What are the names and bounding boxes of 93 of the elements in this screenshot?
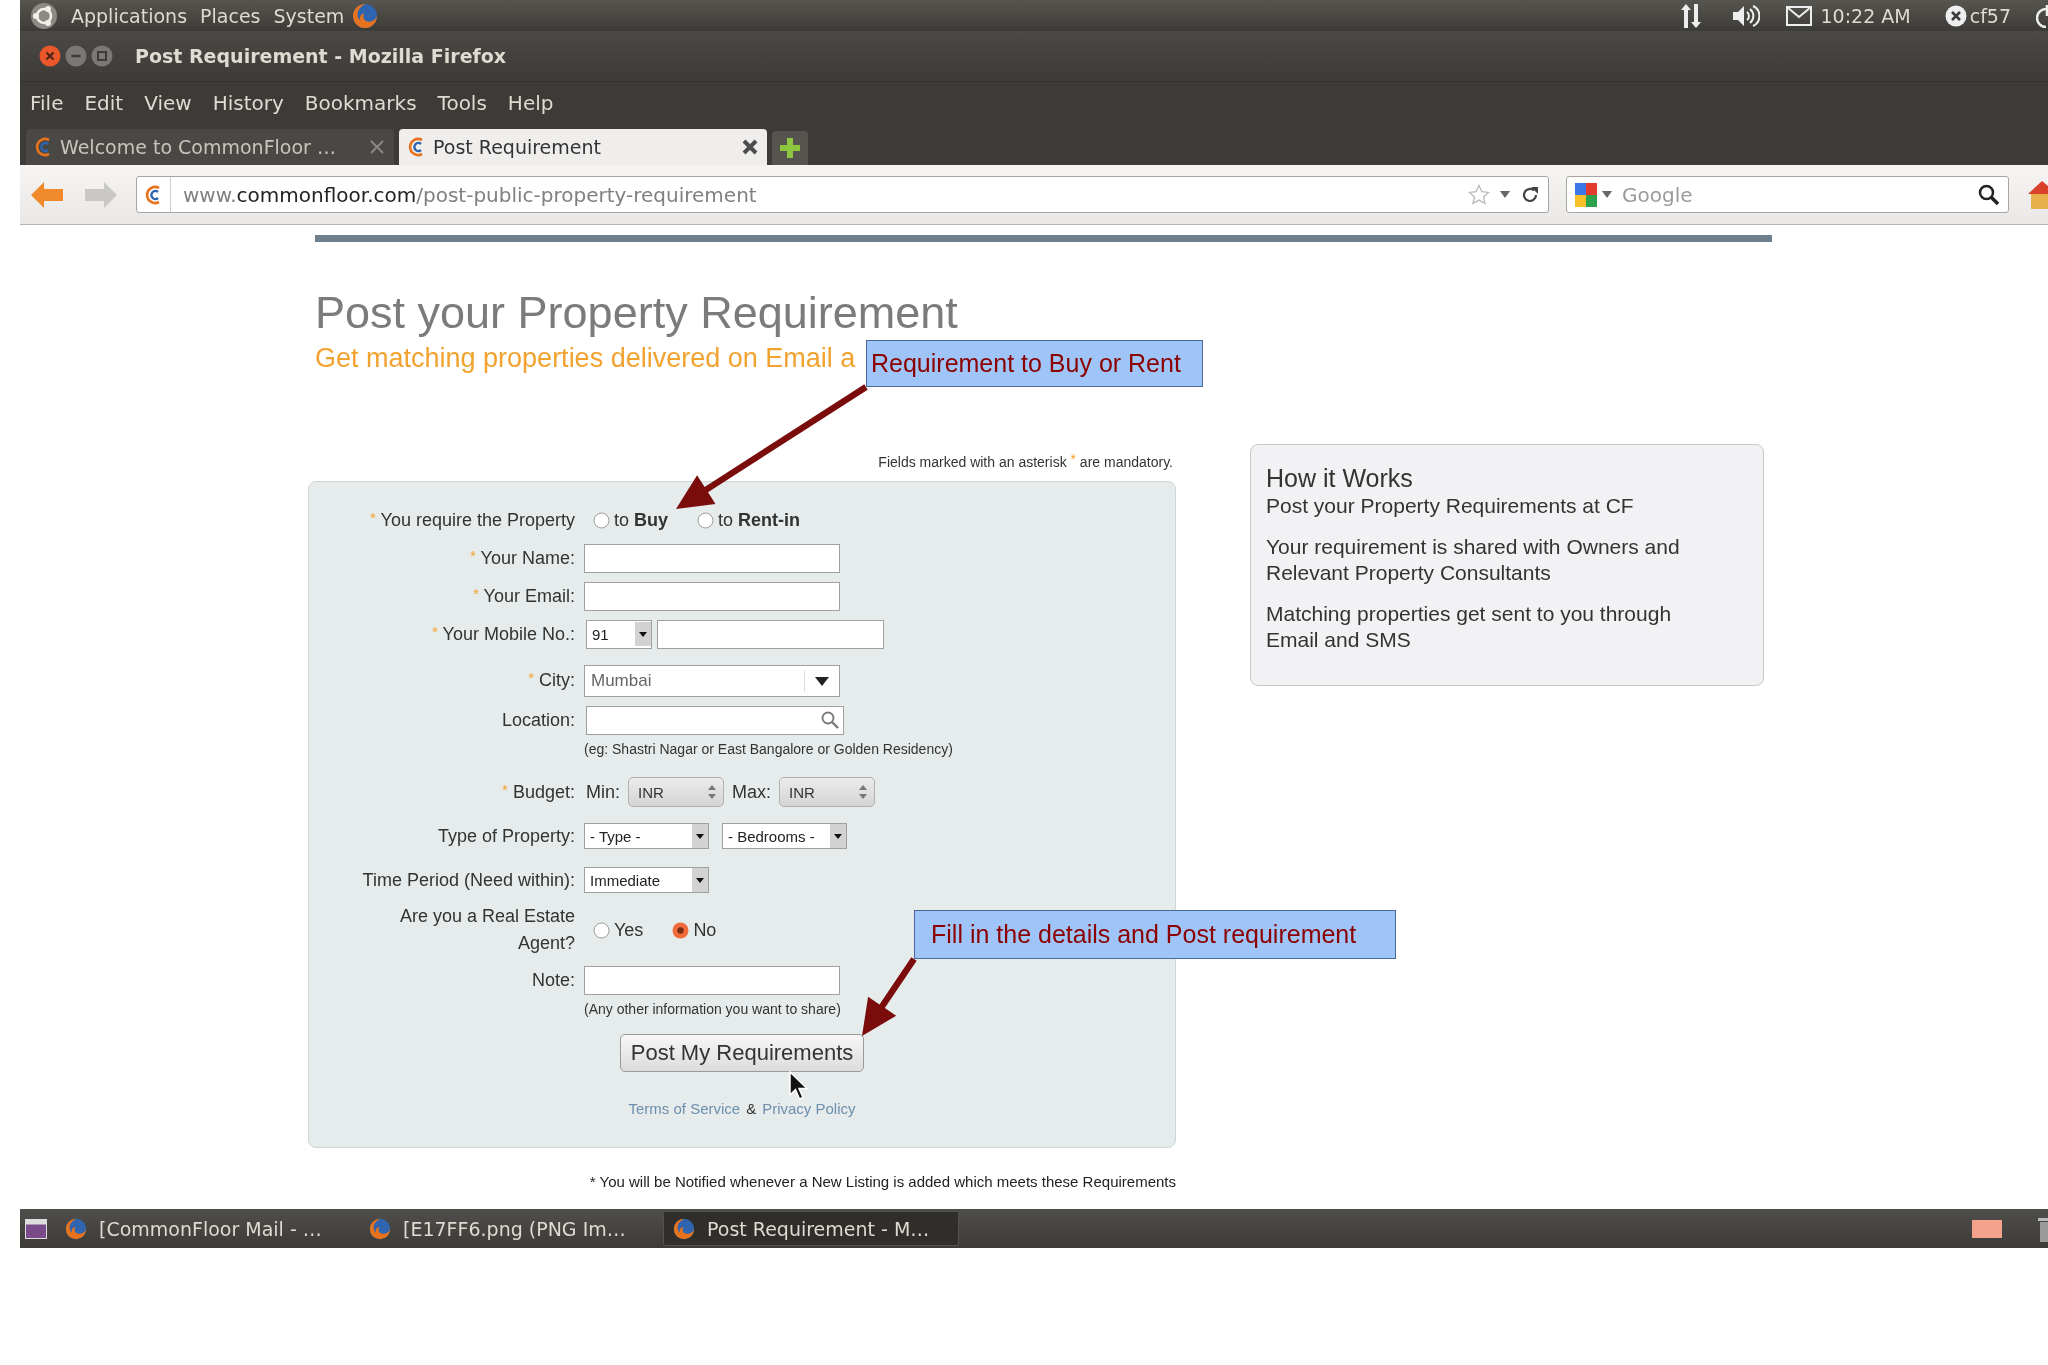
page-subtitle: Get matching properties delivered on Email a — [315, 343, 856, 373]
step-text: Matching properties get sent to you through Email and SMS — [1266, 601, 1673, 653]
power-icon[interactable] — [2036, 3, 2048, 28]
plus-icon — [779, 137, 801, 159]
maximize-icon[interactable] — [91, 45, 113, 67]
browser-icon — [369, 1217, 391, 1240]
separator-text: & — [746, 1099, 757, 1119]
taskbar-button[interactable]: [E17FF6.png (PNG Im… — [359, 1211, 655, 1246]
address-field[interactable]: www.commonfloor.com/post-public-property-requirement — [136, 176, 1549, 213]
radio-button[interactable] — [697, 511, 715, 529]
menu-item[interactable]: File — [30, 91, 64, 115]
caret-icon[interactable] — [815, 676, 829, 686]
field-label: $^{*}$ You require the Property — [370, 507, 575, 532]
volume-icon[interactable] — [1731, 4, 1760, 27]
show-desktop-icon[interactable] — [25, 1218, 47, 1239]
reload-icon[interactable] — [1520, 184, 1540, 205]
panel-menu-item[interactable]: Applications — [71, 4, 188, 27]
select-field[interactable]: 91 — [586, 619, 652, 649]
user-name[interactable]: cf57 — [1969, 4, 2011, 27]
radio-label[interactable]: Yes — [614, 919, 644, 941]
spin-arrows-icon[interactable] — [707, 783, 717, 801]
callout-label: Fill in the details and Post requirement — [914, 910, 1396, 959]
bookmark-star-icon[interactable] — [1468, 183, 1490, 206]
taskbar-button[interactable]: Post Requirement - M… — [663, 1211, 959, 1246]
field-label: $^{*}$ Your Email: — [473, 583, 575, 608]
menu-item[interactable]: Tools — [437, 91, 487, 115]
browser-tab[interactable]: Post Requirement — [399, 129, 767, 165]
workspace-switcher-icon[interactable] — [1972, 1219, 2002, 1238]
radio-button[interactable] — [672, 921, 690, 939]
spin-field[interactable]: INR — [628, 777, 724, 807]
info-heading: How it Works — [1266, 463, 1414, 493]
browser-launcher-icon[interactable] — [352, 2, 379, 29]
range-label: Max: — [732, 781, 772, 803]
step-text: Your requirement is shared with Owners and Relevant Property Consultants — [1266, 534, 1681, 586]
field-label: $^{*}$ City: — [528, 667, 575, 692]
radio-button[interactable] — [593, 511, 610, 529]
field-label: Location: — [501, 708, 575, 732]
menu-item[interactable]: Bookmarks — [304, 91, 417, 115]
field-label: Type of Property: — [437, 824, 575, 848]
field-label: Note: — [531, 968, 575, 992]
browser-tab[interactable]: Welcome to CommonFloor … — [26, 129, 394, 165]
page-title: Post your Property Requirement — [315, 287, 958, 339]
panel-menu-item[interactable]: Places — [200, 4, 261, 27]
step-text: Post your Property Requirements at CF — [1266, 493, 1635, 519]
select-field[interactable]: - Bedrooms - — [722, 823, 847, 849]
panel-menu-item[interactable]: System — [273, 4, 345, 27]
callout-label: Requirement to Buy or Rent — [866, 340, 1203, 387]
close-icon[interactable] — [39, 45, 61, 67]
close-icon[interactable] — [741, 138, 759, 156]
clock-time[interactable]: 10:22 AM — [1820, 4, 1911, 27]
footnote-text: * You will be Notified whenever a New Listing is added which meets these Requirements — [589, 1172, 1176, 1192]
hint-text: (Any other information you want to share) — [584, 1000, 841, 1019]
field-label: $^{*}$ Budget: — [502, 779, 575, 804]
network-arrows-icon[interactable] — [1679, 2, 1702, 29]
field-label: Time Period (Need within): — [362, 868, 575, 892]
range-label: Min: — [586, 781, 620, 803]
hint-text: (eg: Shastri Nagar or East Bangalore or Golden Residency) — [584, 740, 953, 759]
select-field[interactable]: - Type - — [584, 823, 709, 849]
field-label: $^{*}$ Your Name: — [470, 545, 575, 570]
radio-button[interactable] — [593, 921, 610, 939]
search-engine-icon[interactable] — [1575, 182, 1597, 207]
radio-label[interactable]: to Buy — [614, 509, 669, 531]
dropdown-field[interactable]: Mumbai — [584, 665, 840, 697]
input-field[interactable] — [584, 965, 840, 995]
back-arrow-icon[interactable] — [30, 180, 64, 209]
input-field[interactable] — [584, 543, 840, 573]
select-field[interactable]: Immediate — [584, 867, 709, 893]
window-title: Post Requirement - Mozilla Firefox — [135, 45, 507, 67]
field-label: $^{*}$ Your Mobile No.: — [432, 621, 575, 646]
menu-item[interactable]: Edit — [84, 91, 124, 115]
search-input-field[interactable] — [586, 705, 844, 735]
mouse-pointer-icon — [789, 1071, 809, 1101]
envelope-icon[interactable] — [1785, 5, 1812, 26]
menu-item[interactable]: History — [212, 91, 284, 115]
menu-item[interactable]: View — [144, 91, 192, 115]
input-field[interactable] — [657, 619, 884, 649]
user-status-icon[interactable] — [1944, 4, 1967, 27]
search-icon[interactable] — [1978, 183, 2000, 206]
spin-field[interactable]: INR — [779, 777, 876, 807]
browser-icon — [65, 1217, 87, 1240]
system-logo-icon[interactable] — [30, 1, 58, 30]
new-tab-button[interactable] — [772, 131, 808, 165]
menu-item[interactable]: Help — [507, 91, 554, 115]
submit-button[interactable]: Post My Requirements — [619, 1034, 865, 1072]
radio-label[interactable]: No — [693, 919, 717, 941]
browser-icon — [673, 1217, 695, 1240]
spin-arrows-icon[interactable] — [858, 783, 869, 801]
input-field[interactable] — [584, 581, 840, 611]
taskbar-button[interactable]: [CommonFloor Mail - … — [55, 1211, 351, 1246]
minimize-icon[interactable] — [65, 45, 87, 67]
radio-label[interactable]: to Rent-in — [718, 509, 801, 531]
field-label: Are you a Real Estate Agent? — [398, 905, 575, 955]
home-icon[interactable] — [2028, 179, 2048, 210]
